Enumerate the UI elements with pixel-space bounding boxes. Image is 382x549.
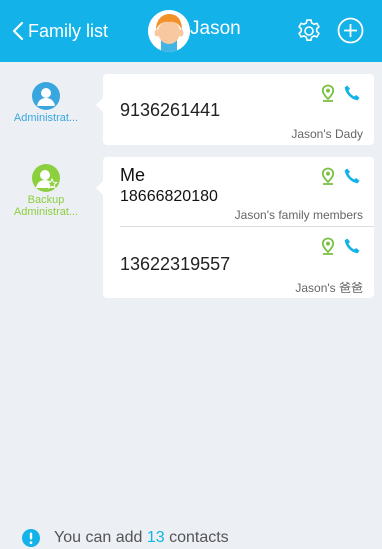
phone-icon[interactable] [343, 167, 361, 185]
plus-circle-icon [337, 17, 364, 44]
list-item[interactable]: Me 18666820180 Jason's family members [103, 157, 374, 226]
location-pin-icon[interactable] [319, 237, 337, 255]
role-backup-administrator: Backup Administrat... [0, 164, 92, 218]
footer-text: You can add 13 contacts [54, 529, 229, 547]
info-icon [22, 529, 40, 547]
phone-icon[interactable] [343, 237, 361, 255]
footer-text-after: contacts [169, 529, 229, 546]
list-item[interactable]: 9136261441 Jason's Dady [103, 74, 374, 145]
contact-phone: 18666820180 [120, 188, 218, 205]
boy-avatar-icon [148, 10, 190, 52]
user-name: Jason [190, 18, 241, 39]
back-label: Family list [28, 20, 108, 41]
admin-contact-card[interactable]: 9136261441 Jason's Dady [96, 74, 374, 145]
footer-text-before: You can add [54, 529, 143, 546]
settings-button[interactable] [296, 18, 322, 44]
backup-contact-card[interactable]: Me 18666820180 Jason's family members 13… [96, 157, 374, 298]
contact-phone: 13622319557 [120, 254, 231, 274]
phone-icon[interactable] [343, 84, 361, 102]
location-pin-icon[interactable] [319, 84, 337, 102]
avatar[interactable] [148, 10, 190, 52]
app-header: Family list Jason [0, 0, 382, 62]
contacts-remaining-count: 13 [146, 529, 165, 546]
add-contact-button[interactable] [337, 17, 364, 44]
role-administrator: Administrat... [0, 82, 92, 124]
contact-name: Me [120, 165, 146, 185]
backup-admin-avatar-icon [32, 164, 60, 192]
contact-phone: 9136261441 [120, 100, 221, 120]
location-pin-icon[interactable] [319, 167, 337, 185]
backup-label-line2: Administrat... [13, 206, 79, 218]
backup-label-line1: Backup [27, 194, 65, 206]
chevron-left-icon [12, 21, 24, 41]
admin-label: Administrat... [13, 112, 79, 124]
gear-icon [298, 19, 320, 41]
back-button[interactable]: Family list [12, 16, 108, 46]
contact-relation: Jason's Dady [291, 127, 363, 141]
contact-relation: Jason's family members [234, 208, 363, 222]
list-item[interactable]: 13622319557 Jason's 爸爸 [103, 227, 374, 298]
contact-relation: Jason's 爸爸 [295, 281, 363, 295]
admin-avatar-icon [32, 82, 60, 110]
